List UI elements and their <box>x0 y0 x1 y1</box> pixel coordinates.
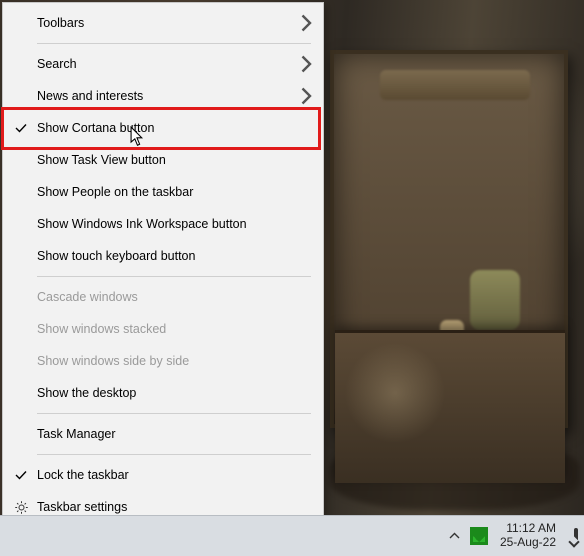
wallpaper-shape <box>400 350 426 412</box>
tray-overflow-chevron-icon[interactable] <box>447 529 462 543</box>
tray-app-icon[interactable] <box>470 527 488 545</box>
menu-item-label: Search <box>37 57 77 71</box>
menu-item-label: Lock the taskbar <box>37 468 129 482</box>
menu-item-show-ink-workspace[interactable]: Show Windows Ink Workspace button <box>3 208 323 240</box>
checkmark-icon <box>11 112 31 144</box>
menu-item-show-task-view-button[interactable]: Show Task View button <box>3 144 323 176</box>
menu-separator <box>37 454 311 455</box>
menu-separator <box>37 276 311 277</box>
menu-separator <box>37 413 311 414</box>
menu-item-toolbars[interactable]: Toolbars <box>3 7 323 39</box>
menu-item-search[interactable]: Search <box>3 48 323 80</box>
menu-item-label: Show Windows Ink Workspace button <box>37 217 247 231</box>
menu-item-show-windows-side-by-side: Show windows side by side <box>3 345 323 377</box>
menu-item-label: Toolbars <box>37 16 84 30</box>
taskbar-context-menu: Toolbars Search News and interests Show … <box>2 2 324 528</box>
menu-item-label: Show Cortana button <box>37 121 154 135</box>
taskbar[interactable]: 11:12 AM 25-Aug-22 <box>0 515 584 556</box>
menu-item-label: Show touch keyboard button <box>37 249 195 263</box>
menu-item-cascade-windows: Cascade windows <box>3 281 323 313</box>
system-tray: 11:12 AM 25-Aug-22 <box>447 522 578 550</box>
menu-item-label: Show Task View button <box>37 153 166 167</box>
menu-item-label: Task Manager <box>37 427 116 441</box>
action-center-icon[interactable] <box>568 530 578 542</box>
menu-item-lock-the-taskbar[interactable]: Lock the taskbar <box>3 459 323 491</box>
wallpaper-shape <box>380 70 530 100</box>
menu-item-show-the-desktop[interactable]: Show the desktop <box>3 377 323 409</box>
menu-item-label: News and interests <box>37 89 143 103</box>
menu-item-label: Cascade windows <box>37 290 138 304</box>
menu-item-label: Show the desktop <box>37 386 136 400</box>
chevron-right-icon <box>301 7 313 39</box>
menu-item-show-touch-keyboard[interactable]: Show touch keyboard button <box>3 240 323 272</box>
checkmark-icon <box>11 459 31 491</box>
menu-item-label: Show People on the taskbar <box>37 185 193 199</box>
wallpaper-shape <box>470 270 520 330</box>
wallpaper-shape <box>350 370 368 406</box>
menu-item-news-and-interests[interactable]: News and interests <box>3 80 323 112</box>
menu-item-label: Taskbar settings <box>37 500 127 514</box>
menu-item-show-people[interactable]: Show People on the taskbar <box>3 176 323 208</box>
menu-item-label: Show windows side by side <box>37 354 189 368</box>
menu-separator <box>37 43 311 44</box>
chevron-right-icon <box>301 80 313 112</box>
menu-item-label: Show windows stacked <box>37 322 166 336</box>
wallpaper-shape <box>330 440 580 510</box>
clock-time: 11:12 AM <box>506 522 556 536</box>
taskbar-clock[interactable]: 11:12 AM 25-Aug-22 <box>496 522 560 550</box>
menu-item-show-cortana-button[interactable]: Show Cortana button <box>3 112 323 144</box>
wallpaper-shape <box>440 320 464 410</box>
menu-item-task-manager[interactable]: Task Manager <box>3 418 323 450</box>
chevron-right-icon <box>301 48 313 80</box>
clock-date: 25-Aug-22 <box>500 536 556 550</box>
menu-item-show-windows-stacked: Show windows stacked <box>3 313 323 345</box>
